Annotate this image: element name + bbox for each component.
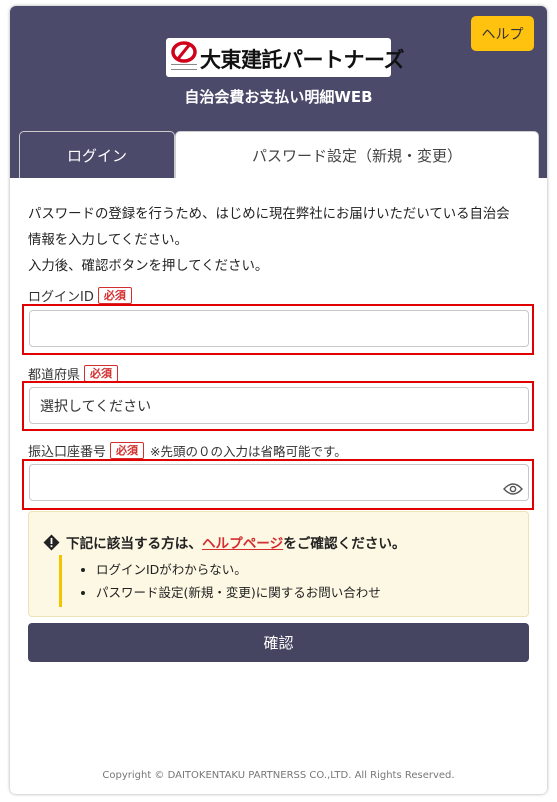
tab-password-setting[interactable]: パスワード設定（新規・変更） bbox=[175, 131, 539, 178]
logo-subtext-decoration bbox=[171, 64, 197, 70]
info-accent-bar bbox=[59, 555, 62, 607]
company-logo: 大東建託パートナーズ bbox=[166, 38, 404, 77]
account-number-label-text: 振込口座番号 bbox=[28, 445, 107, 460]
login-id-label: ログインID 必須 bbox=[28, 286, 132, 305]
intro-text: パスワードの登録を行うため、はじめに現在弊社にお届けいただいている自治会 情報を… bbox=[28, 202, 533, 280]
login-card: ヘルプ 大東建託パートナーズ 自治会費お支払い明細WEB ログイン パスワード設… bbox=[10, 6, 547, 794]
list-item: ログインIDがわからない。 bbox=[96, 558, 381, 581]
login-id-label-text: ログインID bbox=[28, 290, 94, 305]
info-heading: 下記に該当する方は、 ヘルプページ をご確認ください。 bbox=[43, 532, 406, 552]
account-number-note: ※先頭の０の入力は省略可能です。 bbox=[150, 444, 347, 459]
login-id-input[interactable] bbox=[29, 310, 529, 347]
info-prefix: 下記に該当する方は、 bbox=[66, 536, 202, 552]
brand-logo-mark-icon bbox=[171, 41, 197, 63]
exclamation-diamond-icon bbox=[43, 534, 60, 550]
required-badge: 必須 bbox=[110, 442, 145, 459]
intro-line: パスワードの登録を行うため、はじめに現在弊社にお届けいただいている自治会 bbox=[28, 207, 510, 222]
copyright-footer: Copyright © DAITOKENTAKU PARTNERSS CO.,L… bbox=[102, 770, 455, 781]
confirm-button[interactable]: 確認 bbox=[28, 623, 529, 662]
info-list: ログインIDがわからない。 パスワード設定(新規・変更)に関するお問い合わせ bbox=[96, 558, 381, 604]
prefecture-select[interactable]: 選択してください bbox=[29, 387, 529, 424]
required-badge: 必須 bbox=[84, 365, 119, 382]
logo-text: 大東建託パートナーズ bbox=[200, 48, 404, 72]
list-item: パスワード設定(新規・変更)に関するお問い合わせ bbox=[96, 581, 381, 604]
info-suffix: をご確認ください。 bbox=[283, 536, 406, 552]
account-number-input[interactable] bbox=[29, 464, 529, 501]
help-button[interactable]: ヘルプ bbox=[471, 16, 534, 51]
app-title: 自治会費お支払い明細WEB bbox=[184, 88, 373, 106]
intro-line: 情報を入力してください。 bbox=[28, 233, 188, 248]
account-number-label: 振込口座番号 必須 ※先頭の０の入力は省略可能です。 bbox=[28, 441, 347, 460]
header: ヘルプ 大東建託パートナーズ 自治会費お支払い明細WEB ログイン パスワード設… bbox=[10, 6, 547, 178]
tab-login[interactable]: ログイン bbox=[19, 131, 175, 178]
required-badge: 必須 bbox=[97, 287, 132, 304]
help-page-link[interactable]: ヘルプページ bbox=[202, 532, 283, 552]
intro-line: 入力後、確認ボタンを押してください。 bbox=[28, 259, 269, 274]
eye-icon[interactable] bbox=[503, 482, 523, 496]
